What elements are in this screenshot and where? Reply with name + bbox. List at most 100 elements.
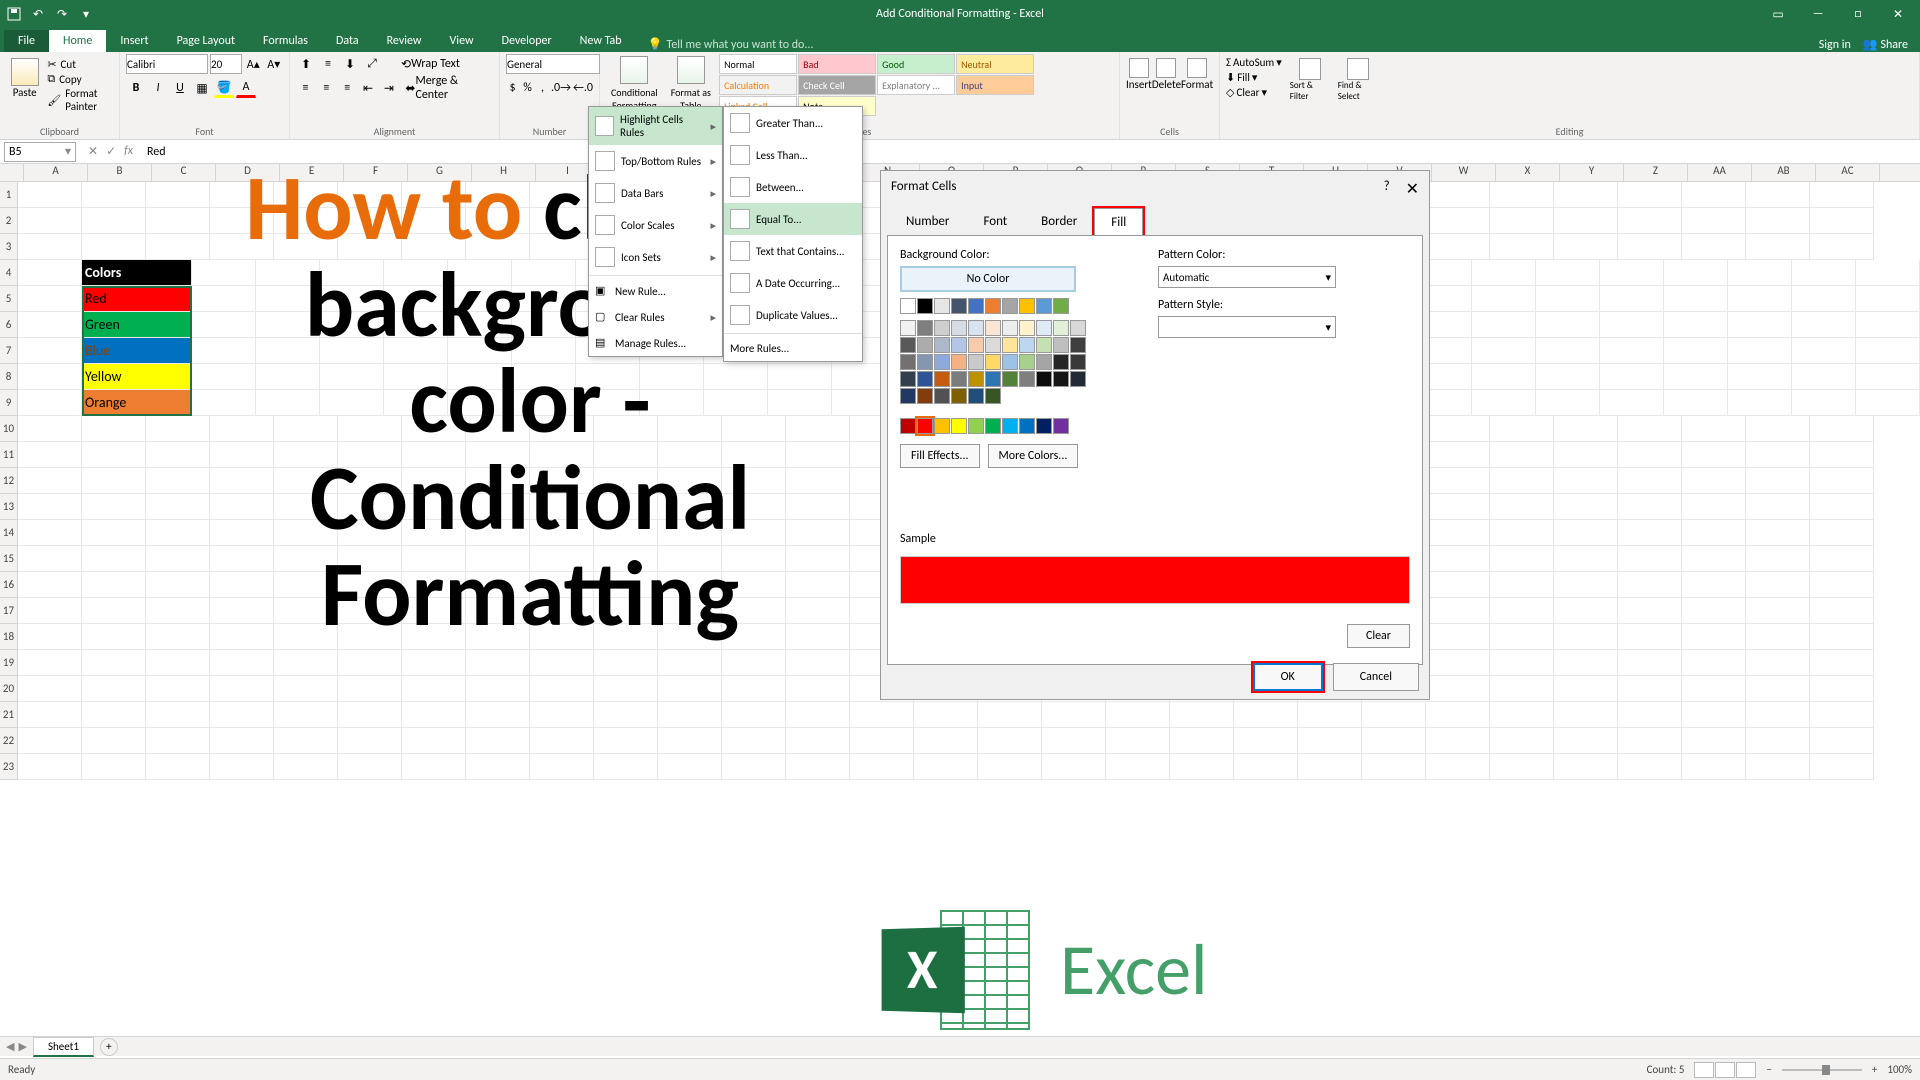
color-swatch[interactable] <box>951 371 967 387</box>
zoom-in-button[interactable]: + <box>1872 1063 1877 1076</box>
cell-Y12[interactable] <box>1554 468 1618 494</box>
cell-Z17[interactable] <box>1618 598 1682 624</box>
cell-AB10[interactable] <box>1746 416 1810 442</box>
format-cells-button[interactable]: Format <box>1181 54 1213 91</box>
save-icon[interactable] <box>6 6 22 22</box>
color-swatch[interactable] <box>1019 354 1035 370</box>
cell-D13[interactable] <box>210 494 274 520</box>
cell-H14[interactable] <box>466 520 530 546</box>
tab-view[interactable]: View <box>436 30 488 52</box>
cell-C10[interactable] <box>146 416 210 442</box>
cell-H1[interactable] <box>466 182 530 208</box>
cell-AA2[interactable] <box>1682 208 1746 234</box>
cell-K9[interactable] <box>704 390 768 416</box>
cell-B7[interactable]: Blue <box>82 338 192 364</box>
color-swatch[interactable] <box>917 337 933 353</box>
cell-I14[interactable] <box>530 520 594 546</box>
cell-F23[interactable] <box>338 754 402 780</box>
cell-G23[interactable] <box>402 754 466 780</box>
cell-C16[interactable] <box>146 572 210 598</box>
cell-C9[interactable] <box>192 390 256 416</box>
cell-G18[interactable] <box>402 624 466 650</box>
color-swatch[interactable] <box>1036 354 1052 370</box>
style-cell[interactable]: Input <box>956 75 1034 95</box>
style-cell[interactable]: Good <box>877 54 955 74</box>
cell-Q23[interactable] <box>1042 754 1106 780</box>
cell-M22[interactable] <box>786 728 850 754</box>
color-swatch[interactable] <box>917 418 933 434</box>
column-header-Z[interactable]: Z <box>1624 164 1688 181</box>
cell-K11[interactable] <box>658 442 722 468</box>
cell-X14[interactable] <box>1490 520 1554 546</box>
align-center-icon[interactable]: ≡ <box>317 78 336 98</box>
cell-C2[interactable] <box>146 208 210 234</box>
fx-icon[interactable]: fx <box>124 144 133 159</box>
cell-F14[interactable] <box>338 520 402 546</box>
cell-D6[interactable] <box>256 312 320 338</box>
cell-L22[interactable] <box>722 728 786 754</box>
cell-L21[interactable] <box>722 702 786 728</box>
cell-D9[interactable] <box>256 390 320 416</box>
cell-M16[interactable] <box>786 572 850 598</box>
cell-F22[interactable] <box>338 728 402 754</box>
cell-Z6[interactable] <box>1664 312 1728 338</box>
style-cell[interactable]: Calculation <box>719 75 797 95</box>
cell-X11[interactable] <box>1490 442 1554 468</box>
color-swatch[interactable] <box>900 371 916 387</box>
cell-AB4[interactable] <box>1792 260 1856 286</box>
cell-E4[interactable] <box>320 260 384 286</box>
cell-H8[interactable] <box>512 364 576 390</box>
cell-F13[interactable] <box>338 494 402 520</box>
cell-I8[interactable] <box>576 364 640 390</box>
cell-Z5[interactable] <box>1664 286 1728 312</box>
cf-new-rule[interactable]: ▣New Rule... <box>589 278 722 304</box>
add-sheet-button[interactable]: + <box>100 1038 118 1056</box>
color-swatch[interactable] <box>968 354 984 370</box>
cell-B9[interactable]: Orange <box>82 390 192 416</box>
cell-D10[interactable] <box>210 416 274 442</box>
cell-B20[interactable] <box>82 676 146 702</box>
cell-X1[interactable] <box>1490 182 1554 208</box>
cell-H19[interactable] <box>466 650 530 676</box>
cell-T23[interactable] <box>1234 754 1298 780</box>
cell-Y13[interactable] <box>1554 494 1618 520</box>
color-swatch[interactable] <box>934 320 950 336</box>
format-painter-button[interactable]: 🖌 Format Painter <box>47 87 113 113</box>
column-header-F[interactable]: F <box>344 164 408 181</box>
cell-H21[interactable] <box>466 702 530 728</box>
cell-P23[interactable] <box>978 754 1042 780</box>
cell-J12[interactable] <box>594 468 658 494</box>
column-header-G[interactable]: G <box>408 164 472 181</box>
cell-F20[interactable] <box>338 676 402 702</box>
cell-D1[interactable] <box>210 182 274 208</box>
cell-AA15[interactable] <box>1682 546 1746 572</box>
cell-Z19[interactable] <box>1618 650 1682 676</box>
cell-AB22[interactable] <box>1746 728 1810 754</box>
color-swatch[interactable] <box>934 354 950 370</box>
normal-view-button[interactable] <box>1694 1062 1714 1078</box>
cell-A17[interactable] <box>18 598 82 624</box>
cell-AB9[interactable] <box>1792 390 1856 416</box>
cell-Z10[interactable] <box>1618 416 1682 442</box>
color-swatch[interactable] <box>1070 371 1086 387</box>
cell-V22[interactable] <box>1362 728 1426 754</box>
cell-I21[interactable] <box>530 702 594 728</box>
font-size-input[interactable] <box>210 54 242 74</box>
cell-AB7[interactable] <box>1792 338 1856 364</box>
cell-C5[interactable] <box>192 286 256 312</box>
column-header-E[interactable]: E <box>280 164 344 181</box>
color-swatch[interactable] <box>1036 418 1052 434</box>
cell-A2[interactable] <box>18 208 82 234</box>
cell-G10[interactable] <box>402 416 466 442</box>
row-header-14[interactable]: 14 <box>0 520 18 546</box>
cell-T22[interactable] <box>1234 728 1298 754</box>
cell-W15[interactable] <box>1426 546 1490 572</box>
cell-D8[interactable] <box>256 364 320 390</box>
cell-A5[interactable] <box>18 286 82 312</box>
cell-H12[interactable] <box>466 468 530 494</box>
cell-G2[interactable] <box>402 208 466 234</box>
cell-J22[interactable] <box>594 728 658 754</box>
row-header-16[interactable]: 16 <box>0 572 18 598</box>
cell-E23[interactable] <box>274 754 338 780</box>
cell-O22[interactable] <box>914 728 978 754</box>
